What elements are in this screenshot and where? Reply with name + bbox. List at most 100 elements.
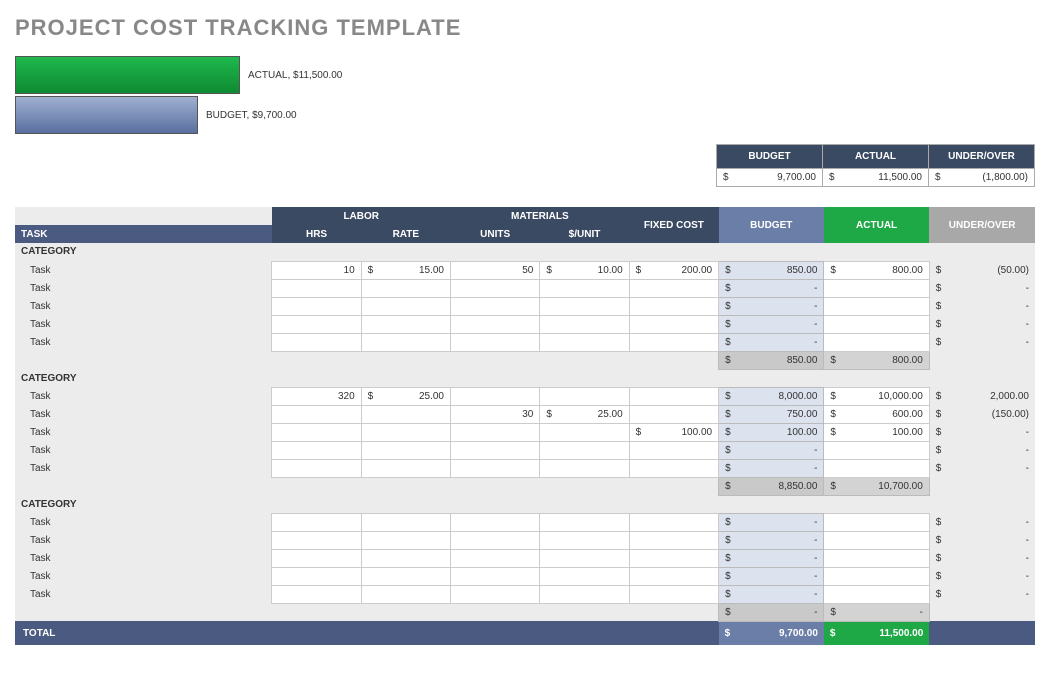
- cell-fixed[interactable]: [629, 315, 718, 333]
- cell-units[interactable]: [451, 423, 540, 441]
- cell-budget[interactable]: $-: [719, 333, 824, 351]
- cell-fixed[interactable]: [629, 513, 718, 531]
- cell-fixed[interactable]: $200.00: [629, 261, 718, 279]
- cell-fixed[interactable]: $100.00: [629, 423, 718, 441]
- cell-uo[interactable]: $-: [929, 333, 1035, 351]
- cell-rate[interactable]: [361, 513, 450, 531]
- cell-rate[interactable]: [361, 315, 450, 333]
- cell-fixed[interactable]: [629, 549, 718, 567]
- cell-punit[interactable]: [540, 567, 629, 585]
- cell-actual[interactable]: $800.00: [824, 261, 929, 279]
- cell-punit[interactable]: [540, 513, 629, 531]
- cell-rate[interactable]: $15.00: [361, 261, 450, 279]
- cell-hrs[interactable]: [272, 459, 361, 477]
- cell-hrs[interactable]: [272, 567, 361, 585]
- cell-hrs[interactable]: 10: [272, 261, 361, 279]
- cell-punit[interactable]: [540, 387, 629, 405]
- cell-hrs[interactable]: [272, 585, 361, 603]
- cell-budget[interactable]: $-: [719, 549, 824, 567]
- subtotal-budget[interactable]: $8,850.00: [719, 477, 824, 495]
- cell-budget[interactable]: $-: [719, 531, 824, 549]
- cell-punit[interactable]: $25.00: [540, 405, 629, 423]
- cell-uo[interactable]: $-: [929, 531, 1035, 549]
- cell-hrs[interactable]: [272, 513, 361, 531]
- cell-punit[interactable]: $10.00: [540, 261, 629, 279]
- subtotal-budget[interactable]: $-: [719, 603, 824, 621]
- cell-units[interactable]: [451, 531, 540, 549]
- cell-rate[interactable]: [361, 531, 450, 549]
- cell-fixed[interactable]: [629, 585, 718, 603]
- subtotal-actual[interactable]: $800.00: [824, 351, 929, 369]
- cell-hrs[interactable]: [272, 333, 361, 351]
- cell-punit[interactable]: [540, 333, 629, 351]
- cell-uo[interactable]: $-: [929, 513, 1035, 531]
- cell-fixed[interactable]: [629, 297, 718, 315]
- cell-uo[interactable]: $-: [929, 297, 1035, 315]
- cell-units[interactable]: [451, 585, 540, 603]
- cell-budget[interactable]: $850.00: [719, 261, 824, 279]
- cell-actual[interactable]: [824, 297, 929, 315]
- cell-units[interactable]: [451, 297, 540, 315]
- cell-budget[interactable]: $-: [719, 585, 824, 603]
- cell-rate[interactable]: [361, 279, 450, 297]
- cell-rate[interactable]: [361, 459, 450, 477]
- cell-hrs[interactable]: [272, 405, 361, 423]
- cell-hrs[interactable]: [272, 279, 361, 297]
- cell-units[interactable]: [451, 513, 540, 531]
- cell-rate[interactable]: $25.00: [361, 387, 450, 405]
- cell-rate[interactable]: [361, 333, 450, 351]
- cell-budget[interactable]: $-: [719, 279, 824, 297]
- cell-hrs[interactable]: [272, 531, 361, 549]
- cell-units[interactable]: [451, 279, 540, 297]
- cell-actual[interactable]: [824, 333, 929, 351]
- cell-fixed[interactable]: [629, 459, 718, 477]
- cell-actual[interactable]: [824, 441, 929, 459]
- cell-punit[interactable]: [540, 531, 629, 549]
- cell-uo[interactable]: $-: [929, 441, 1035, 459]
- cell-fixed[interactable]: [629, 279, 718, 297]
- cell-punit[interactable]: [540, 585, 629, 603]
- cell-punit[interactable]: [540, 315, 629, 333]
- cell-punit[interactable]: [540, 423, 629, 441]
- cell-actual[interactable]: [824, 513, 929, 531]
- cell-budget[interactable]: $-: [719, 297, 824, 315]
- cell-actual[interactable]: [824, 279, 929, 297]
- cell-rate[interactable]: [361, 441, 450, 459]
- cell-punit[interactable]: [540, 279, 629, 297]
- cell-actual[interactable]: [824, 549, 929, 567]
- cell-budget[interactable]: $750.00: [719, 405, 824, 423]
- cell-uo[interactable]: $-: [929, 459, 1035, 477]
- subtotal-actual[interactable]: $10,700.00: [824, 477, 929, 495]
- cell-actual[interactable]: [824, 567, 929, 585]
- cell-uo[interactable]: $2,000.00: [929, 387, 1035, 405]
- cell-uo[interactable]: $-: [929, 315, 1035, 333]
- cell-budget[interactable]: $8,000.00: [719, 387, 824, 405]
- cell-budget[interactable]: $-: [719, 315, 824, 333]
- cell-punit[interactable]: [540, 549, 629, 567]
- cell-actual[interactable]: $100.00: [824, 423, 929, 441]
- cell-fixed[interactable]: [629, 441, 718, 459]
- cell-budget[interactable]: $100.00: [719, 423, 824, 441]
- cell-actual[interactable]: $10,000.00: [824, 387, 929, 405]
- cell-units[interactable]: [451, 333, 540, 351]
- cell-hrs[interactable]: 320: [272, 387, 361, 405]
- cell-units[interactable]: 50: [451, 261, 540, 279]
- cell-actual[interactable]: [824, 585, 929, 603]
- cell-hrs[interactable]: [272, 297, 361, 315]
- cell-punit[interactable]: [540, 459, 629, 477]
- cell-rate[interactable]: [361, 585, 450, 603]
- cell-rate[interactable]: [361, 423, 450, 441]
- cell-units[interactable]: [451, 441, 540, 459]
- cell-uo[interactable]: $-: [929, 423, 1035, 441]
- cell-actual[interactable]: [824, 315, 929, 333]
- cell-hrs[interactable]: [272, 441, 361, 459]
- cell-actual[interactable]: [824, 531, 929, 549]
- cell-fixed[interactable]: [629, 333, 718, 351]
- cell-rate[interactable]: [361, 405, 450, 423]
- cell-uo[interactable]: $-: [929, 549, 1035, 567]
- cell-uo[interactable]: $-: [929, 279, 1035, 297]
- cell-punit[interactable]: [540, 297, 629, 315]
- cell-uo[interactable]: $(50.00): [929, 261, 1035, 279]
- cell-hrs[interactable]: [272, 549, 361, 567]
- cell-units[interactable]: [451, 315, 540, 333]
